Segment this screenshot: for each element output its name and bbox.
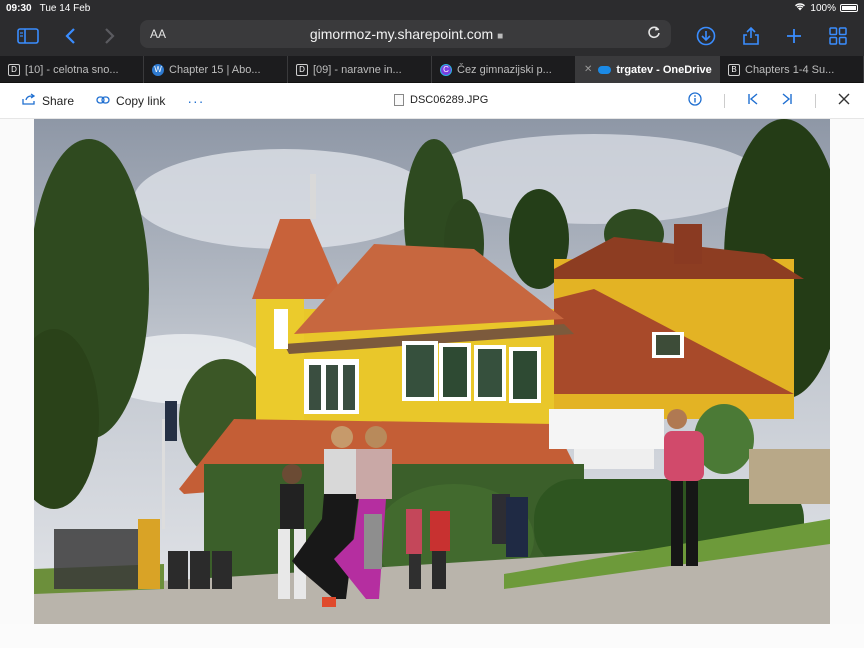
copy-link-label: Copy link — [116, 93, 166, 108]
tab-item[interactable]: D [10] - celotna sno... — [0, 56, 144, 83]
previous-icon[interactable] — [747, 93, 759, 108]
tab-favicon: D — [8, 63, 20, 76]
photo-viewer — [0, 119, 864, 648]
share-label: Share — [42, 93, 75, 108]
divider — [724, 93, 725, 108]
tab-label: [10] - celotna sno... — [25, 63, 119, 76]
lock-icon: ■ — [497, 31, 504, 42]
sidebar-icon[interactable] — [14, 22, 42, 50]
tab-bar: D [10] - celotna sno... W Chapter 15 | Abo… — [0, 56, 864, 83]
battery-percent: 100% — [810, 2, 836, 14]
forward-icon[interactable] — [96, 22, 124, 50]
battery-icon — [840, 4, 858, 12]
photo[interactable] — [34, 119, 830, 624]
tab-label: trgatev - OneDrive — [616, 63, 712, 76]
info-icon[interactable] — [688, 92, 702, 109]
image-file-icon — [394, 94, 404, 106]
tab-item[interactable]: B Chapters 1-4 Su... — [720, 56, 864, 83]
share-icon — [22, 93, 36, 108]
tab-favicon: B — [728, 63, 740, 76]
viewer-command-bar: Share Copy link ··· DSC06289.JPG — [0, 83, 864, 119]
copy-link-button[interactable]: Copy link — [96, 93, 165, 108]
tab-label: Chapter 15 | Abo... — [169, 63, 261, 76]
reload-icon[interactable] — [647, 25, 661, 43]
tab-item[interactable]: W Chapter 15 | Abo... — [144, 56, 288, 83]
address-bar[interactable]: AA gimormoz-my.sharepoint.com ■ — [140, 20, 671, 48]
close-icon[interactable] — [838, 92, 850, 109]
share-icon[interactable] — [737, 22, 765, 50]
next-icon[interactable] — [781, 93, 793, 108]
tab-item[interactable]: C Čez gimnazijski p... — [432, 56, 576, 83]
close-tab-icon[interactable]: ✕ — [584, 64, 592, 75]
browser-toolbar: AA gimormoz-my.sharepoint.com ■ — [0, 16, 864, 56]
back-icon[interactable] — [56, 22, 84, 50]
wifi-icon — [794, 2, 806, 14]
file-name-label: DSC06289.JPG — [410, 94, 489, 106]
url-text: gimormoz-my.sharepoint.com ■ — [309, 26, 504, 42]
tab-item-active[interactable]: ✕ trgatev - OneDrive — [576, 56, 720, 83]
viewer-footer — [0, 624, 864, 648]
tab-favicon: C — [440, 63, 452, 76]
onedrive-icon — [598, 65, 612, 74]
share-button[interactable]: Share — [22, 93, 74, 108]
more-options-button[interactable]: ··· — [187, 93, 204, 109]
download-icon[interactable] — [692, 22, 720, 50]
status-date: Tue 14 Feb — [39, 2, 91, 14]
status-bar: 09:30 Tue 14 Feb 100% — [0, 0, 864, 16]
tab-label: Chapters 1-4 Su... — [745, 63, 835, 76]
status-time: 09:30 — [6, 2, 32, 14]
wordpress-icon: W — [152, 63, 164, 76]
tabs-grid-icon[interactable] — [824, 22, 852, 50]
tab-item[interactable]: D [09] - naravne in... — [288, 56, 432, 83]
link-icon — [96, 93, 110, 108]
tab-label: [09] - naravne in... — [313, 63, 402, 76]
divider — [815, 93, 816, 108]
reader-aa-button[interactable]: AA — [150, 27, 166, 41]
tab-favicon: D — [296, 63, 308, 76]
tab-label: Čez gimnazijski p... — [457, 63, 552, 76]
viewer-controls — [688, 92, 850, 109]
file-name: DSC06289.JPG — [394, 94, 488, 106]
new-tab-icon[interactable] — [780, 22, 808, 50]
